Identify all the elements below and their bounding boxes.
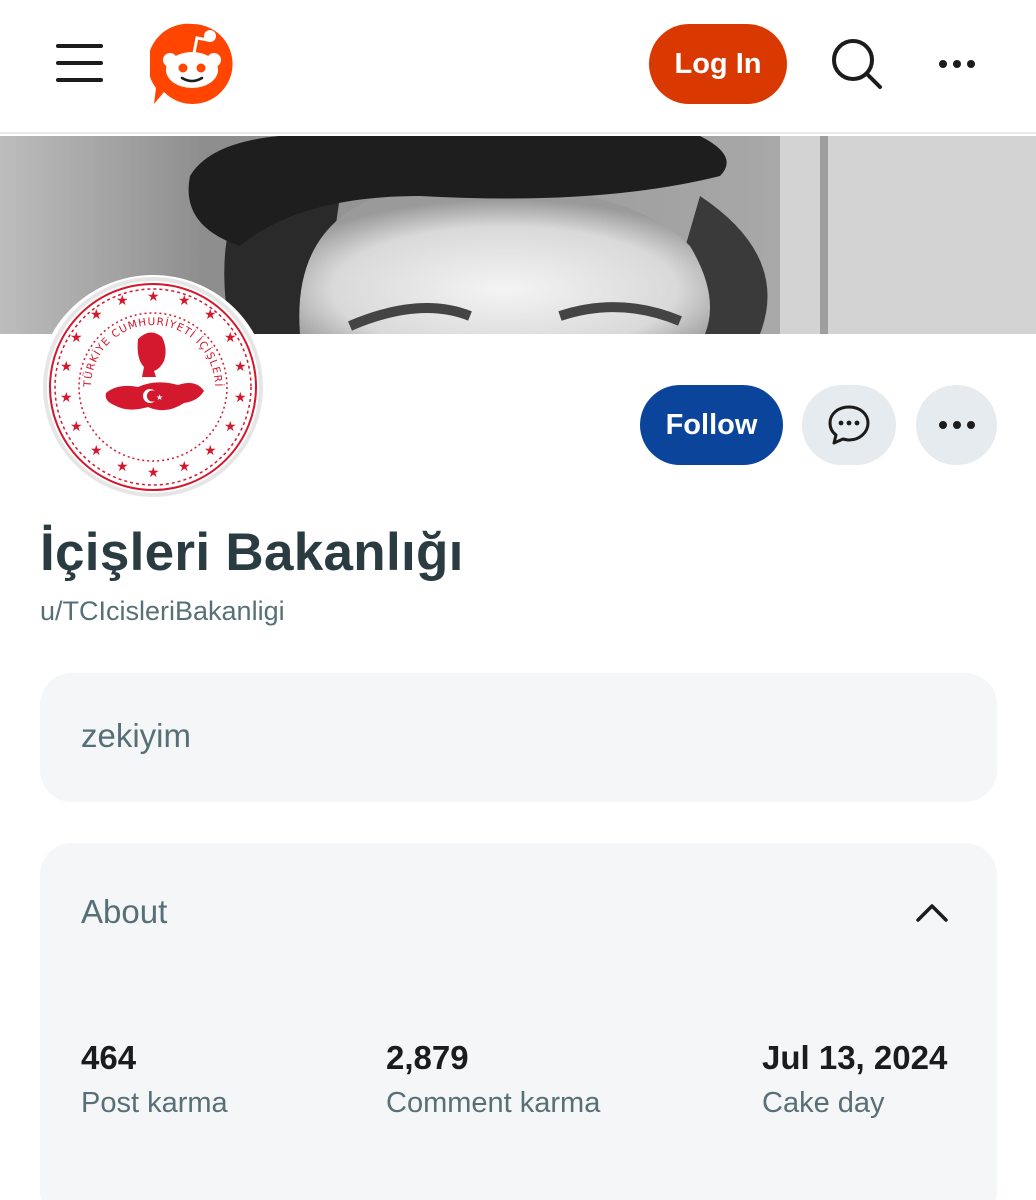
profile-username: u/TCIcisleriBakanligi <box>40 596 285 626</box>
stat-post-karma: 464 Post karma <box>81 1039 228 1120</box>
svg-text:★: ★ <box>178 293 191 309</box>
reddit-logo-icon[interactable] <box>150 22 234 106</box>
svg-text:★: ★ <box>234 390 247 406</box>
stat-label: Cake day <box>762 1087 885 1119</box>
svg-text:★: ★ <box>224 330 237 346</box>
svg-text:★: ★ <box>60 359 73 375</box>
svg-text:★: ★ <box>70 330 83 346</box>
stat-cake-day: Jul 13, 2024 Cake day <box>762 1039 947 1120</box>
svg-text:★: ★ <box>60 390 73 406</box>
more-horizontal-icon[interactable] <box>930 49 984 79</box>
stat-label: Comment karma <box>386 1087 601 1119</box>
start-chat-button[interactable] <box>802 385 896 465</box>
svg-text:★: ★ <box>90 307 103 323</box>
profile-more-options-button[interactable] <box>916 385 997 465</box>
svg-text:★: ★ <box>204 307 217 323</box>
stat-comment-karma: 2,879 Comment karma <box>386 1039 600 1120</box>
stat-label: Post karma <box>81 1087 228 1119</box>
svg-text:★: ★ <box>224 419 237 435</box>
svg-text:★: ★ <box>70 419 83 435</box>
stat-value: 2,879 <box>386 1039 469 1076</box>
top-nav-bar: Log In <box>0 0 1036 134</box>
menu-icon[interactable] <box>56 43 104 83</box>
svg-text:★: ★ <box>116 459 129 475</box>
about-title: About <box>81 893 168 930</box>
svg-text:★: ★ <box>156 393 163 402</box>
more-horizontal-icon <box>938 421 975 429</box>
stat-value: 464 <box>81 1039 137 1076</box>
svg-text:★: ★ <box>147 465 160 481</box>
ministry-seal-icon: ★ ★★ ★★★ ★★★ ★★★ ★★★ ★★★ TÜRKİYE CUMHURİY… <box>38 275 263 497</box>
avatar[interactable]: ★ ★ ★ ★ ★ ★ ★ ★ ★ ★ ★ ★ ★ ★ ★ ★ ★ ★ TÜRKİYE CUMHURİY… <box>38 275 268 500</box>
chevron-up-icon[interactable] <box>912 893 952 933</box>
svg-text:★: ★ <box>234 359 247 375</box>
bio-card: zekiyim <box>40 673 997 802</box>
profile-display-name: İçişleri Bakanlığı <box>40 523 464 582</box>
svg-text:★: ★ <box>178 459 191 475</box>
stat-value: Jul 13, 2024 <box>762 1039 948 1076</box>
follow-button[interactable]: Follow <box>640 385 783 465</box>
about-section: About 464 Post karma 2,879 Comment karma… <box>40 843 997 1200</box>
chat-icon <box>828 405 870 445</box>
svg-text:★: ★ <box>147 289 160 305</box>
svg-text:★: ★ <box>90 443 103 459</box>
login-button[interactable]: Log In <box>649 24 787 104</box>
search-icon[interactable] <box>829 36 883 90</box>
svg-text:★: ★ <box>116 293 129 309</box>
svg-text:★: ★ <box>204 443 217 459</box>
bio-text: zekiyim <box>81 717 192 754</box>
